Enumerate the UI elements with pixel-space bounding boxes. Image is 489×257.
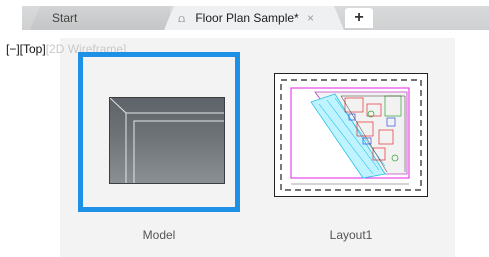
layout1-label[interactable]: Layout1 (274, 228, 428, 242)
layout1-preview-drawing (280, 79, 422, 191)
new-tab-button[interactable]: + (345, 8, 373, 28)
close-icon[interactable]: × (307, 6, 314, 30)
model-thumbnail[interactable] (78, 52, 240, 212)
tab-active-label: Floor Plan Sample* (195, 11, 299, 25)
tab-start[interactable]: Start (30, 6, 170, 30)
model-preview-lines (109, 97, 224, 183)
tab-start-label: Start (52, 11, 78, 25)
model-preview-image (109, 97, 225, 184)
layout1-thumbnail[interactable] (274, 73, 428, 197)
file-tab-bar: Start ⩍ Floor Plan Sample* × + (0, 0, 489, 34)
tab-floor-plan-sample[interactable]: ⩍ Floor Plan Sample* × (164, 6, 344, 30)
plus-icon: + (354, 9, 364, 26)
model-label[interactable]: Model (78, 228, 240, 242)
viewport-controls-prefix[interactable]: [−][Top] (6, 42, 46, 56)
lock-icon: ⩍ (178, 13, 186, 25)
